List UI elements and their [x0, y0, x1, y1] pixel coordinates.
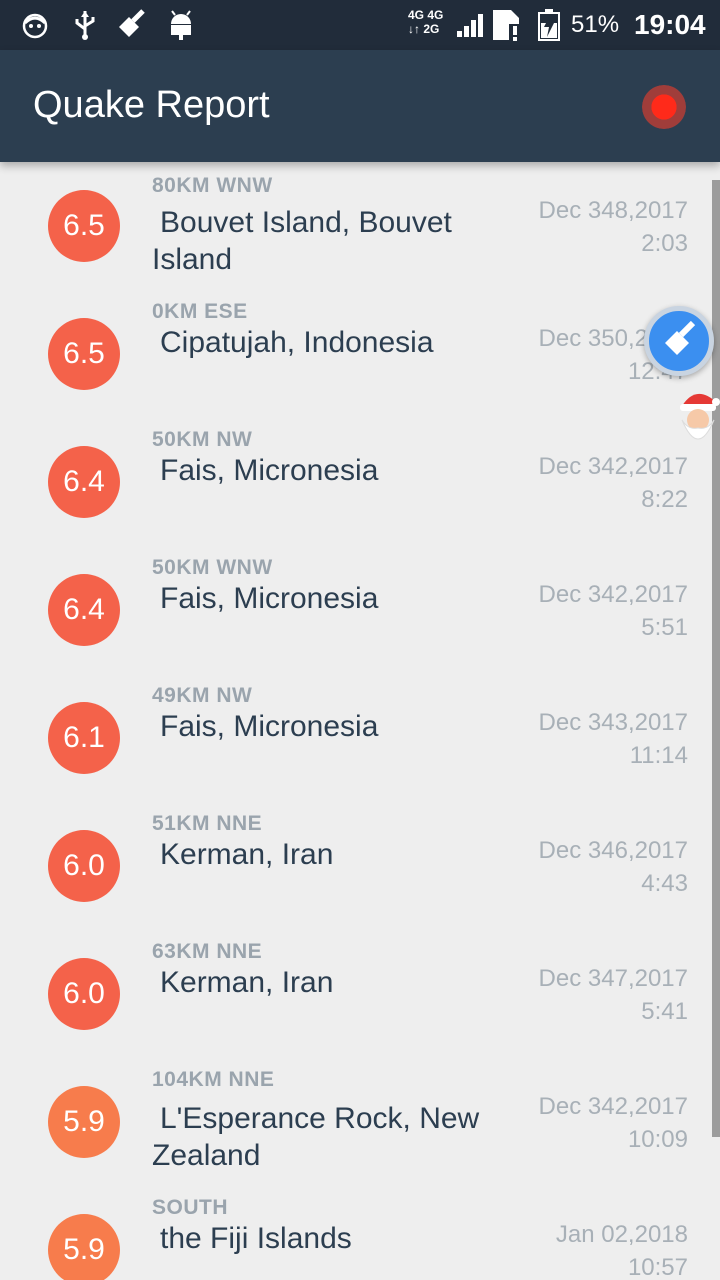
earthquake-list-item[interactable]: 6.5 80KM WNW Bouvet Island, Bouvet Island D… — [0, 162, 720, 290]
network-type-top: 4G 4G — [408, 8, 444, 22]
quake-time: 5:41 — [641, 998, 688, 1025]
earthquake-list-item[interactable]: 6.1 49KM NW Fais, Micronesia Dec 343,2017 11… — [0, 674, 720, 802]
santa-face-notification-icon — [18, 8, 52, 42]
primary-location: the Fiji Islands — [160, 1222, 352, 1255]
quake-date: Dec 347,2017 — [538, 965, 688, 992]
status-bar: 4G 4G ↓↑ 2G 51% 19:04 — [0, 0, 720, 50]
magnitude-circle: 6.0 — [48, 958, 120, 1030]
battery-percentage: 51% — [571, 11, 620, 38]
location-offset: 49KM NW — [152, 684, 253, 707]
network-type-bottom: ↓↑ 2G — [408, 22, 440, 36]
date-time: Dec 342,2017 10:09 — [488, 1090, 688, 1156]
magnitude-circle: 6.4 — [48, 446, 120, 518]
screen-record-indicator[interactable] — [642, 85, 686, 129]
quake-date: Dec 342,2017 — [538, 453, 688, 480]
magnitude-circle: 6.1 — [48, 702, 120, 774]
sim-alert-icon — [490, 8, 524, 42]
magnitude-circle: 6.5 — [48, 318, 120, 390]
quake-date: Dec 343,2017 — [538, 709, 688, 736]
quake-time: 10:57 — [627, 1254, 688, 1280]
quake-time: 10:09 — [627, 1126, 688, 1153]
date-time: Dec 342,2017 5:51 — [488, 578, 688, 644]
earthquake-list-item[interactable]: 6.4 50KM NW Fais, Micronesia Dec 342,2017 8:… — [0, 418, 720, 546]
primary-location: Kerman, Iran — [160, 966, 334, 999]
cleaner-brush-icon — [114, 8, 148, 42]
battery-charging-icon — [532, 8, 566, 42]
primary-location: Fais, Micronesia — [160, 582, 379, 615]
earthquake-list-item[interactable]: 5.9 104KM NNE L'Esperance Rock, New Zealan… — [0, 1058, 720, 1186]
magnitude-circle: 6.4 — [48, 574, 120, 646]
quake-date: Dec 346,2017 — [538, 837, 688, 864]
location-offset: 50KM NW — [152, 428, 253, 451]
earthquake-list-item[interactable]: 5.9 SOUTH the Fiji Islands Jan 02,2018 10:57 — [0, 1186, 720, 1280]
location-offset: 104KM NNE — [152, 1068, 275, 1091]
quake-date: Dec 348,2017 — [538, 197, 688, 224]
quake-time: 4:43 — [641, 870, 688, 897]
location-offset: SOUTH — [152, 1196, 228, 1219]
location-offset: 50KM WNW — [152, 556, 273, 579]
quake-date: Dec 342,2017 — [538, 581, 688, 608]
primary-location: Kerman, Iran — [160, 838, 334, 871]
date-time: Dec 346,2017 4:43 — [488, 834, 688, 900]
usb-icon — [68, 8, 102, 42]
magnitude-circle: 6.5 — [48, 190, 120, 262]
quake-date: Dec 342,2017 — [538, 1093, 688, 1120]
location-offset: 0KM ESE — [152, 300, 248, 323]
app-title: Quake Report — [33, 84, 270, 126]
quake-time: 5:51 — [641, 614, 688, 641]
floating-cleaner-button[interactable] — [644, 306, 714, 376]
location-offset: 80KM WNW — [152, 174, 273, 197]
earthquake-list-item[interactable]: 6.4 50KM WNW Fais, Micronesia Dec 342,2017 5… — [0, 546, 720, 674]
earthquake-list[interactable]: 6.5 80KM WNW Bouvet Island, Bouvet Island D… — [0, 162, 720, 1280]
scrollbar[interactable] — [712, 180, 720, 1137]
magnitude-circle: 5.9 — [48, 1086, 120, 1158]
quake-date: Jan 02,2018 — [555, 1221, 688, 1248]
earthquake-list-item[interactable]: 6.0 51KM NNE Kerman, Iran Dec 346,2017 4:43 — [0, 802, 720, 930]
primary-location: L'Esperance Rock, New Zealand — [152, 1102, 480, 1172]
date-time: Dec 348,2017 2:03 — [488, 194, 688, 260]
quake-time: 2:03 — [641, 230, 688, 257]
android-debug-icon — [164, 8, 198, 42]
quake-time: 8:22 — [641, 486, 688, 513]
date-time: Dec 342,2017 8:22 — [488, 450, 688, 516]
primary-location: Fais, Micronesia — [160, 454, 379, 487]
app-bar: Quake Report — [0, 50, 720, 162]
primary-location: Cipatujah, Indonesia — [160, 326, 434, 359]
magnitude-circle: 5.9 — [48, 1214, 120, 1280]
network-type-indicator: 4G 4G ↓↑ 2G — [408, 8, 452, 42]
quake-time: 11:14 — [629, 742, 688, 769]
earthquake-list-item[interactable]: 6.0 63KM NNE Kerman, Iran Dec 347,2017 5:41 — [0, 930, 720, 1058]
location-offset: 63KM NNE — [152, 940, 263, 963]
earthquake-list-item[interactable]: 6.5 0KM ESE Cipatujah, Indonesia Dec 350,20… — [0, 290, 720, 418]
date-time: Jan 02,2018 10:57 — [488, 1218, 688, 1280]
signal-strength-icon — [454, 8, 488, 42]
date-time: Dec 347,2017 5:41 — [488, 962, 688, 1028]
primary-location: Bouvet Island, Bouvet Island — [152, 206, 452, 276]
cleaner-brush-icon — [665, 321, 696, 355]
location-offset: 51KM NNE — [152, 812, 263, 835]
magnitude-circle: 6.0 — [48, 830, 120, 902]
date-time: Dec 343,2017 11:14 — [488, 706, 688, 772]
primary-location: Fais, Micronesia — [160, 710, 379, 743]
clock-time: 19:04 — [634, 9, 706, 40]
santa-floating-icon[interactable] — [672, 386, 720, 450]
